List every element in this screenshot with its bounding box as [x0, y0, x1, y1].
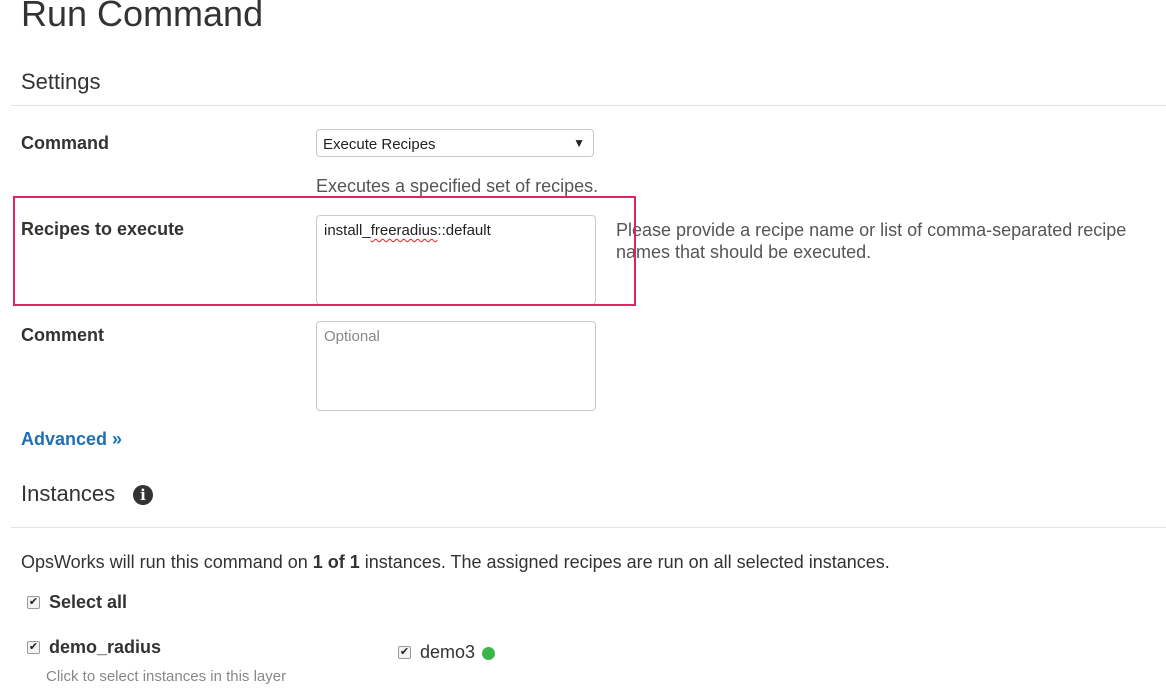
comment-textarea[interactable]: Optional [316, 321, 596, 411]
summary-prefix: OpsWorks will run this command on [21, 552, 313, 572]
recipes-help: Please provide a recipe name or list of … [616, 220, 1127, 262]
command-select-value: Execute Recipes [323, 136, 436, 153]
highlight-box [13, 196, 636, 306]
instances-summary: OpsWorks will run this command on 1 of 1… [21, 552, 890, 573]
command-description: Executes a specified set of recipes. [316, 176, 599, 196]
advanced-link[interactable]: Advanced » [21, 429, 122, 450]
instance-name[interactable]: demo3 [420, 642, 475, 663]
select-all-checkbox[interactable]: ✔ [27, 596, 40, 609]
command-label: Command [21, 133, 110, 153]
settings-heading: Settings [21, 69, 101, 94]
comment-placeholder: Optional [324, 328, 380, 345]
instances-heading: Instances [21, 481, 116, 506]
info-icon[interactable]: i [133, 485, 153, 505]
status-online-icon [482, 647, 495, 660]
command-select[interactable]: Execute Recipes ▼ [316, 129, 594, 157]
instances-divider [11, 527, 1166, 528]
layer-checkbox[interactable]: ✔ [27, 641, 40, 654]
select-all-label[interactable]: Select all [49, 592, 127, 613]
page-title: Run Command [21, 0, 264, 34]
summary-suffix: instances. The assigned recipes are run … [359, 552, 890, 572]
layer-name[interactable]: demo_radius [49, 637, 161, 658]
layer-hint: Click to select instances in this layer [46, 668, 287, 685]
settings-divider [11, 105, 1166, 106]
comment-label: Comment [21, 325, 105, 345]
instance-checkbox[interactable]: ✔ [398, 646, 411, 659]
summary-count: 1 of 1 [312, 552, 360, 572]
caret-down-icon: ▼ [573, 136, 585, 150]
